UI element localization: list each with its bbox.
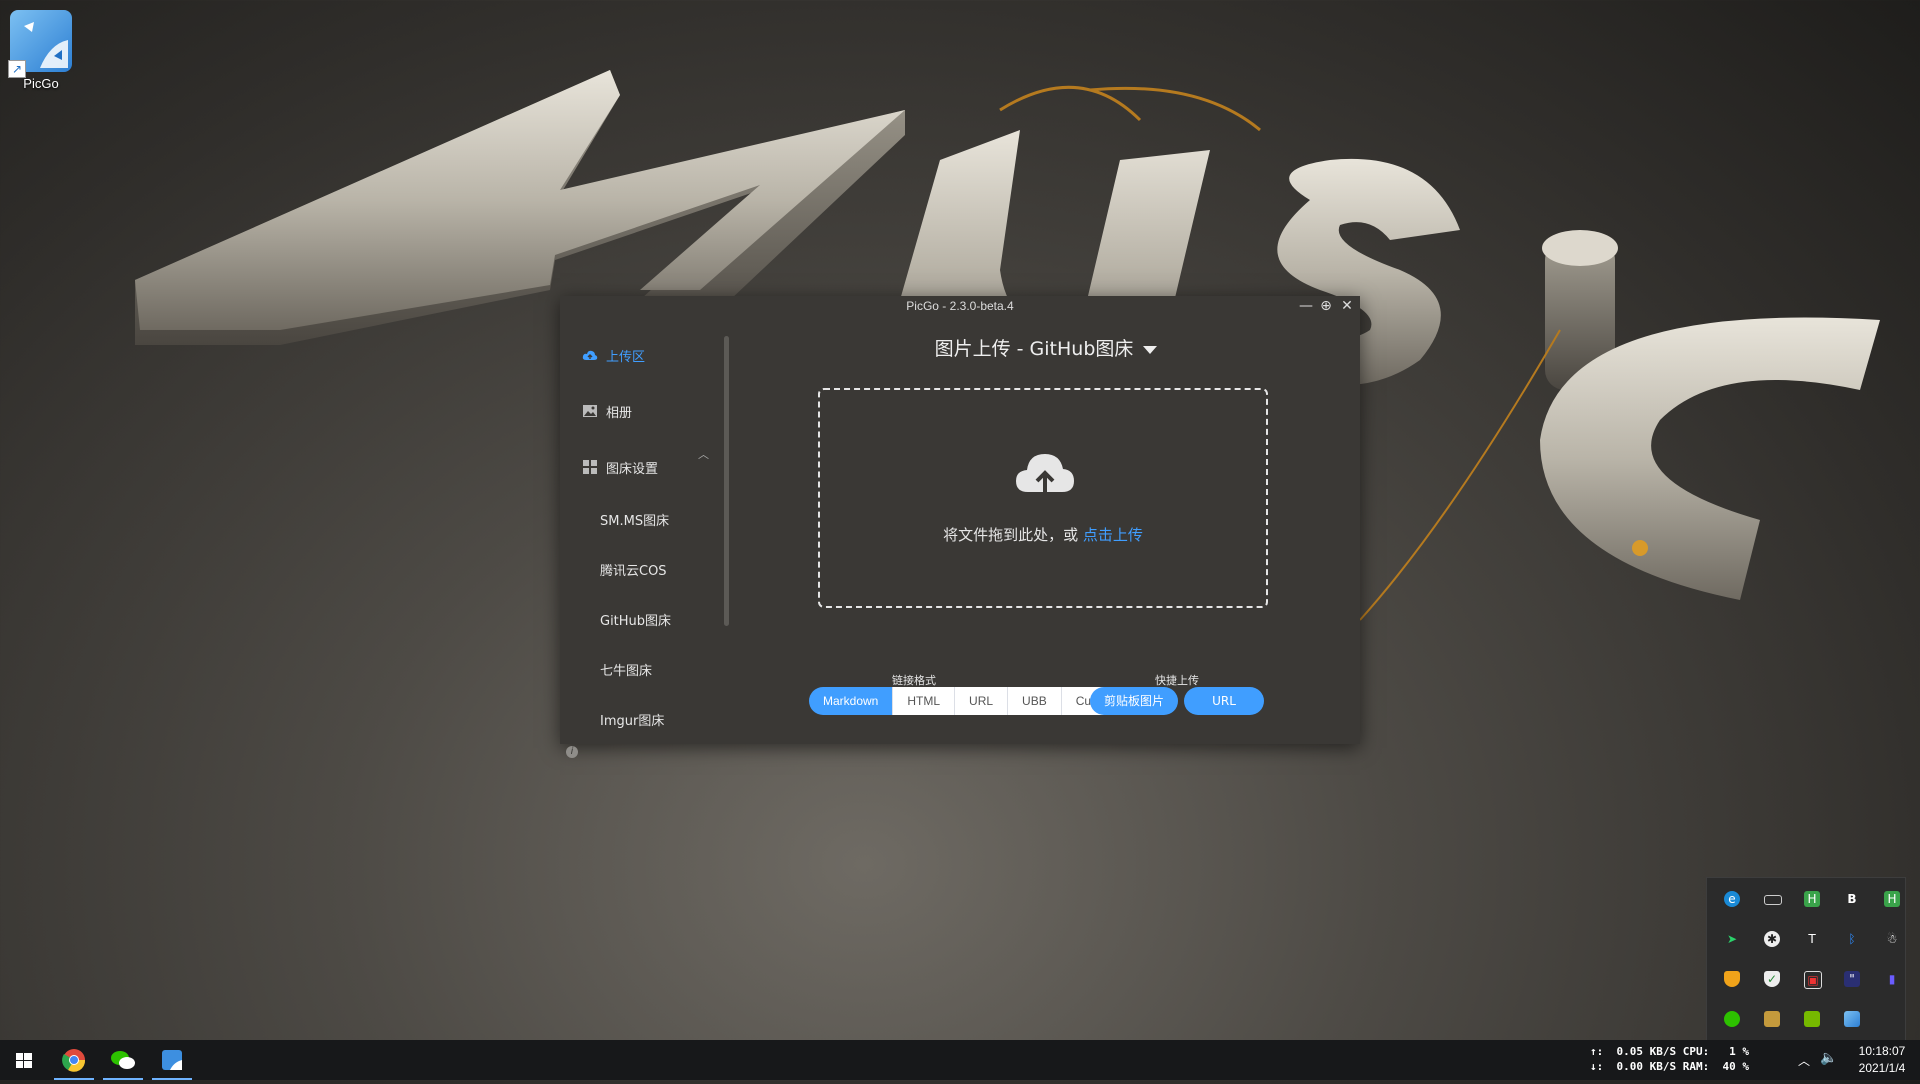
upload-heading-text: 图片上传 - GitHub图床 [934, 338, 1134, 360]
upload-heading[interactable]: 图片上传 - GitHub图床 [732, 334, 1360, 361]
picgo-app-icon: ↗ [8, 10, 72, 78]
sidebar-subitem-qiniu[interactable]: 七牛图床 [600, 660, 652, 679]
minimize-button[interactable]: — [1298, 298, 1314, 314]
taskbar-clock[interactable]: 10:18:07 2021/1/4 [1848, 1043, 1916, 1077]
sidebar-item-label: 图床设置 [606, 461, 659, 477]
upload-dropzone[interactable]: 将文件拖到此处，或 点击上传 [818, 388, 1268, 608]
font-size-icon[interactable]: T [1804, 931, 1820, 947]
window-titlebar[interactable]: PicGo - 2.3.0-beta.4 — ⊕ ✕ [560, 296, 1360, 316]
sidebar-subitem-github[interactable]: GitHub图床 [600, 610, 671, 629]
desktop-icon-label: PicGo [23, 76, 59, 91]
edge-icon[interactable]: e [1724, 891, 1740, 907]
window-app-icon[interactable]: ▣ [1804, 971, 1822, 989]
image-app-icon[interactable] [1764, 1011, 1780, 1027]
dropzone-hint-text: 将文件拖到此处，或 [943, 526, 1079, 544]
activity-icon[interactable]: ✱ [1764, 931, 1780, 947]
wechat-icon[interactable] [1724, 1011, 1740, 1027]
wechat-shield-icon[interactable]: ✓ [1764, 971, 1780, 987]
windows-start-icon [16, 1053, 32, 1068]
format-option-ubb[interactable]: UBB [1008, 687, 1062, 715]
qq-penguin-icon[interactable]: ☃ [1884, 931, 1900, 947]
taskbar-chrome[interactable] [50, 1040, 98, 1080]
upload-panel: 图片上传 - GitHub图床 将文件拖到此处，或 点击上传 链接格式 Mark… [732, 316, 1360, 744]
nvidia-icon[interactable] [1804, 1011, 1820, 1027]
keyboard-icon[interactable] [1764, 895, 1782, 905]
taskbar-wechat[interactable] [99, 1040, 147, 1080]
bluetooth-icon[interactable]: ᛒ [1844, 931, 1860, 947]
sidebar-scrollbar[interactable] [724, 336, 729, 626]
cloud-upload-icon [1016, 454, 1074, 492]
security-shield-icon[interactable] [1724, 971, 1740, 987]
link-format-selector: Markdown HTML URL UBB Custom [809, 687, 1132, 715]
format-option-markdown[interactable]: Markdown [809, 687, 894, 715]
download-ram-stat: 0.00 KB/S RAM: 40 % [1616, 1060, 1749, 1073]
dropzone-hint: 将文件拖到此处，或 点击上传 [820, 524, 1266, 545]
caret-down-icon [1143, 345, 1158, 354]
picgo-window: PicGo - 2.3.0-beta.4 — ⊕ ✕ 上传区 相册 图床设置 ︿… [560, 296, 1360, 758]
quote-icon[interactable]: " [1844, 971, 1860, 987]
clock-time: 10:18:07 [1858, 1044, 1906, 1058]
network-monitor[interactable]: ↑: 0.05 KB/S CPU: 1 % ↓: 0.00 KB/S RAM: … [1590, 1044, 1749, 1074]
link-format-label: 链接格式 [892, 674, 936, 687]
green-h-icon[interactable]: H [1884, 891, 1900, 907]
download-arrow: ↓: [1590, 1060, 1604, 1073]
send-arrow-icon[interactable]: ➤ [1724, 931, 1740, 947]
sidebar-item-gallery[interactable]: 相册 [582, 400, 632, 422]
upload-arrow: ↑: [1590, 1045, 1604, 1058]
grid-icon [583, 460, 597, 474]
taskbar-picgo[interactable] [148, 1040, 196, 1080]
info-icon[interactable]: i [566, 746, 578, 758]
picgo-tray-icon[interactable] [1844, 1011, 1860, 1027]
clock-date: 2021/1/4 [1858, 1061, 1906, 1075]
chevron-up-icon[interactable]: ︿ [698, 446, 709, 462]
sidebar-item-settings[interactable]: 图床设置 [582, 456, 658, 478]
sidebar-item-upload[interactable]: 上传区 [582, 344, 645, 366]
close-button[interactable]: ✕ [1339, 298, 1355, 314]
hbuilder-icon[interactable]: H [1804, 891, 1820, 907]
maximize-button[interactable]: ⊕ [1318, 298, 1334, 314]
audio-bars-icon[interactable]: ▮ [1884, 971, 1900, 987]
url-upload-button[interactable]: URL [1184, 687, 1264, 715]
start-button[interactable] [0, 1040, 48, 1080]
cloud-upload-icon [582, 350, 598, 360]
shortcut-arrow-icon: ↗ [8, 60, 26, 78]
format-option-url[interactable]: URL [955, 687, 1009, 715]
sidebar-item-label: 相册 [606, 405, 633, 421]
sidebar-subitem-imgur[interactable]: Imgur图床 [600, 710, 664, 729]
typora-icon[interactable]: B [1844, 891, 1860, 907]
image-icon [583, 405, 597, 417]
desktop-icon-picgo[interactable]: ↗ PicGo [6, 10, 76, 91]
picgo-icon [162, 1050, 182, 1070]
sidebar-item-label: 上传区 [606, 349, 646, 365]
sidebar-subitem-tencent-cos[interactable]: 腾讯云COS [600, 560, 667, 579]
tray-overflow-panel: e H B H ➤ ✱ T ᛒ ☃ ✓ ▣ " ▮ [1706, 877, 1906, 1041]
volume-icon[interactable]: 🔈 [1820, 1050, 1837, 1066]
window-title: PicGo - 2.3.0-beta.4 [906, 299, 1014, 313]
wechat-icon [111, 1051, 135, 1069]
click-upload-link[interactable]: 点击上传 [1083, 526, 1143, 544]
sidebar-subitem-smms[interactable]: SM.MS图床 [600, 510, 669, 529]
taskbar: ↑: 0.05 KB/S CPU: 1 % ↓: 0.00 KB/S RAM: … [0, 1040, 1920, 1080]
chrome-icon [62, 1049, 86, 1072]
clipboard-upload-button[interactable]: 剪贴板图片 [1090, 687, 1178, 715]
sidebar: 上传区 相册 图床设置 ︿ SM.MS图床 腾讯云COS GitHub图床 七牛… [560, 316, 732, 758]
quick-upload-label: 快捷上传 [1155, 674, 1199, 687]
upload-cpu-stat: 0.05 KB/S CPU: 1 % [1616, 1045, 1749, 1058]
show-hidden-icons-chevron-icon[interactable]: ︿ [1798, 1052, 1810, 1069]
format-option-html[interactable]: HTML [893, 687, 956, 715]
